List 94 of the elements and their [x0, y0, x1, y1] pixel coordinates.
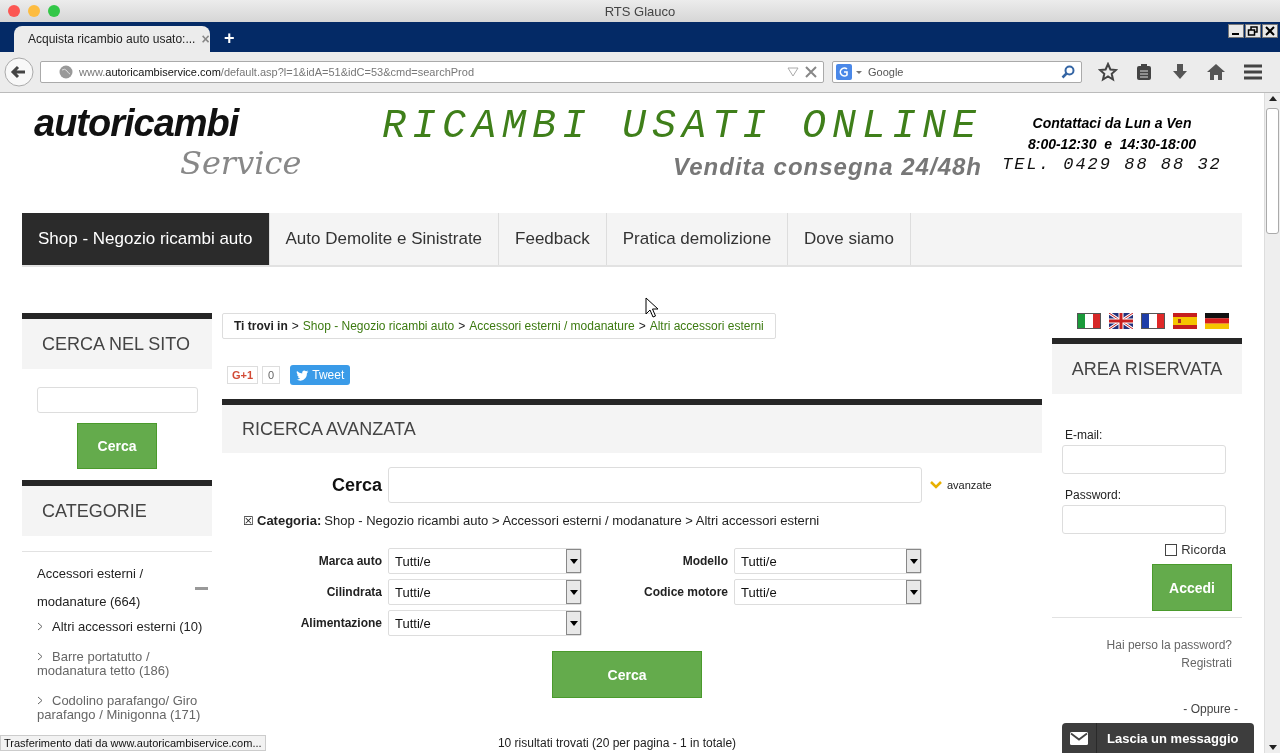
- slogan: RICAMBI USATI ONLINE: [381, 103, 982, 151]
- filter-label: Marca auto: [317, 554, 383, 568]
- google-g-icon: [836, 64, 864, 80]
- french-flag-icon[interactable]: [1141, 313, 1165, 329]
- menu-item[interactable]: Feedback: [499, 213, 607, 265]
- subcategory-item[interactable]: Altri accessori esterni (10): [22, 616, 212, 646]
- menu-item[interactable]: Shop - Negozio ricambi auto: [22, 213, 270, 265]
- google-plus-button[interactable]: G+1: [227, 366, 259, 384]
- clear-icon[interactable]: [805, 66, 817, 78]
- breadcrumb-separator: >: [291, 319, 299, 333]
- section-title: RICERCA AVANZATA: [242, 418, 416, 440]
- back-button[interactable]: [4, 57, 34, 87]
- advanced-toggle[interactable]: avanzate: [930, 479, 992, 491]
- chevron-right-icon: [37, 622, 43, 631]
- category-label: Categoria:: [257, 513, 322, 528]
- menu-item[interactable]: Dove siamo: [788, 213, 911, 265]
- scrollbar[interactable]: [1264, 93, 1280, 753]
- category-path: Shop - Negozio ricambi auto > Accessori esterni / modanature > Altri accessori esterni: [324, 513, 820, 528]
- section-title: CERCA NEL SITO: [42, 333, 191, 355]
- filter-dropdown[interactable]: Tutti/e: [388, 548, 582, 574]
- menu-item[interactable]: Pratica demolizione: [606, 213, 789, 265]
- subcategory-item[interactable]: Barre portatutto / modanatura tetto (186): [22, 646, 212, 690]
- filter-label: Codice motore: [643, 585, 729, 599]
- window-title: RTS Glauco: [603, 3, 677, 19]
- caret-down-icon: [569, 589, 578, 595]
- browser-tab[interactable]: Acquista ricambio auto usato:... ×: [14, 26, 210, 52]
- chat-button[interactable]: Lascia un messaggio: [1062, 723, 1254, 753]
- caret-down-icon: [569, 558, 578, 564]
- clipboard-icon[interactable]: [1134, 62, 1154, 82]
- chevron-right-icon: [37, 652, 43, 661]
- german-flag-icon[interactable]: [1205, 313, 1229, 329]
- globe-icon: [59, 65, 73, 79]
- search-field[interactable]: Google: [832, 61, 1082, 83]
- share-count: 0: [262, 366, 281, 384]
- search-input[interactable]: [36, 387, 198, 413]
- filter-dropdown[interactable]: Tutti/e: [388, 579, 582, 605]
- breadcrumb-separator: >: [458, 319, 466, 333]
- caret-down-icon: [909, 558, 918, 564]
- section-title: AREA RISERVATA: [1071, 358, 1223, 380]
- email-label: E-mail:: [1065, 428, 1103, 442]
- divider-text: - Oppure -: [1183, 701, 1238, 718]
- address-bar[interactable]: www.autoricambiservice.com/default.asp?l=1&idA=51&idC=53&cmd=searchProd: [40, 61, 824, 83]
- caret-down-icon: [909, 589, 918, 595]
- filter-dropdown[interactable]: Tutti/e: [734, 579, 922, 605]
- contact-text: 8:00-12:30 e 14:30-18:00: [1027, 135, 1197, 154]
- italian-flag-icon[interactable]: [1077, 313, 1101, 329]
- breadcrumb-label: Ti trovi in: [234, 319, 288, 333]
- close-button[interactable]: [8, 5, 20, 17]
- url-text: www.autoricambiservice.com/default.asp?l=1&idA=51&idC=53&cmd=searchProd: [79, 66, 475, 78]
- breadcrumb-link[interactable]: Shop - Negozio ricambi auto: [302, 319, 455, 333]
- filter-label: Cilindrata: [325, 585, 383, 599]
- search-input[interactable]: [388, 467, 922, 503]
- password-label: Password:: [1065, 488, 1122, 502]
- chevron-right-icon: [37, 696, 43, 705]
- menu-icon[interactable]: [1242, 62, 1264, 82]
- caret-down-icon: [569, 620, 578, 626]
- menu-item[interactable]: Auto Demolite e Sinistrate: [269, 213, 500, 265]
- section-title: CATEGORIE: [42, 500, 147, 522]
- remove-category-button[interactable]: ☒: [243, 513, 254, 528]
- password-input[interactable]: [1062, 505, 1226, 534]
- breadcrumb-link[interactable]: Altri accessori esterni: [649, 319, 764, 333]
- minimize-icon[interactable]: [1228, 24, 1244, 38]
- home-icon[interactable]: [1206, 62, 1226, 82]
- delivery-tagline: Vendita consegna 24/48h: [673, 153, 982, 181]
- restore-icon[interactable]: [1245, 24, 1261, 38]
- filter-dropdown[interactable]: Tutti/e: [388, 610, 582, 636]
- chevron-down-icon: [930, 481, 942, 489]
- scroll-thumb[interactable]: [1266, 108, 1279, 234]
- account-link[interactable]: Registrati: [1181, 654, 1232, 672]
- remember-checkbox[interactable]: Ricorda: [1165, 542, 1226, 557]
- search-icon[interactable]: [1061, 65, 1075, 79]
- contact-text: Contattaci da Lun a Ven: [1032, 114, 1192, 133]
- status-bar: Trasferimento dati da www.autoricambiservice.com...: [0, 735, 266, 751]
- email-input[interactable]: [1062, 445, 1226, 474]
- uk-flag-icon[interactable]: [1109, 313, 1133, 329]
- collapse-icon[interactable]: [195, 586, 208, 590]
- star-icon[interactable]: [1098, 62, 1118, 82]
- envelope-icon: [1070, 731, 1088, 745]
- mouse-cursor-icon: [645, 297, 659, 319]
- contact-text: TEL. 0429 88 88 32: [1002, 155, 1222, 174]
- search-label: Cerca: [330, 474, 383, 496]
- bird-icon: [296, 369, 310, 381]
- filter-label: Alimentazione: [299, 616, 383, 630]
- breadcrumb-link[interactable]: Accessori esterni / modanature: [469, 319, 635, 333]
- account-link[interactable]: Hai perso la password?: [1106, 636, 1232, 654]
- filter-dropdown[interactable]: Tutti/e: [734, 548, 922, 574]
- new-tab-button[interactable]: +: [224, 28, 235, 49]
- breadcrumb-separator: >: [638, 319, 646, 333]
- logo[interactable]: autoricambi Service: [22, 93, 342, 183]
- close-icon[interactable]: [1262, 24, 1278, 38]
- subcategory-item[interactable]: Codolino parafango/ Giro parafango / Minigonna (171): [22, 690, 212, 734]
- spanish-flag-icon[interactable]: [1173, 313, 1197, 329]
- category-item[interactable]: Accessori esterni / modanature (664): [37, 560, 195, 616]
- filter-label: Modello: [681, 554, 729, 568]
